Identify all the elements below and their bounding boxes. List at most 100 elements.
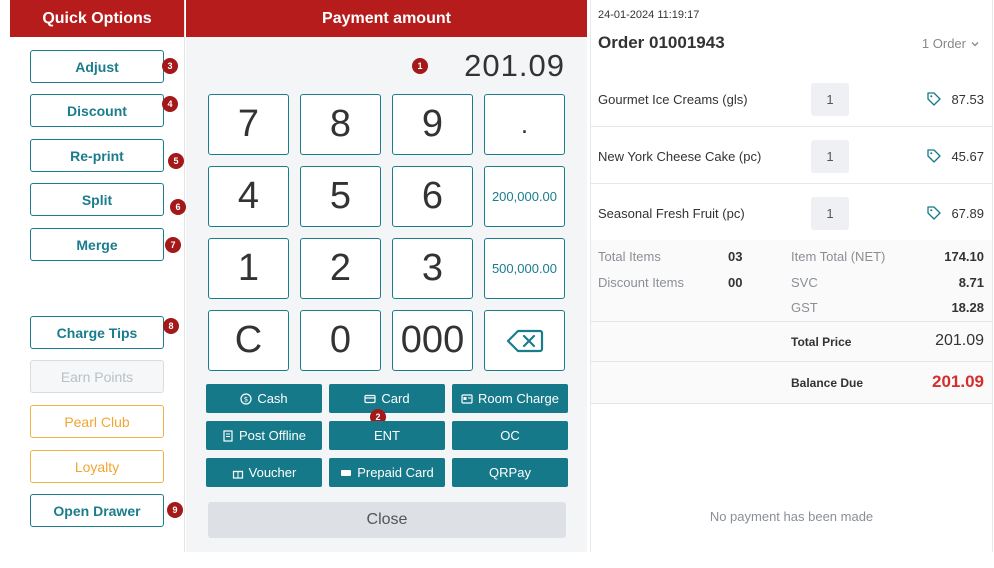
discount-items-value: 00 bbox=[728, 275, 743, 290]
item-qty[interactable]: 1 bbox=[811, 197, 849, 230]
key-3[interactable]: 3 bbox=[392, 238, 473, 299]
key-decimal[interactable]: . bbox=[484, 94, 565, 155]
order-summary: Total Items 03 Discount Items 00 Item To… bbox=[591, 240, 992, 322]
gift-icon bbox=[232, 470, 243, 479]
key-clear[interactable]: C bbox=[208, 310, 289, 371]
loyalty-button[interactable]: Loyalty bbox=[30, 450, 164, 483]
post-offline-label: Post Offline bbox=[239, 428, 306, 443]
post-offline-button[interactable]: Post Offline bbox=[206, 421, 322, 450]
coin-icon: $ bbox=[240, 392, 252, 405]
open-drawer-button[interactable]: Open Drawer bbox=[30, 494, 164, 527]
payment-title: Payment amount bbox=[186, 0, 587, 37]
qrpay-button[interactable]: QRPay bbox=[452, 458, 568, 487]
item-qty[interactable]: 1 bbox=[811, 83, 849, 116]
payment-panel: Payment amount 1 201.09 7 8 9 . 4 5 6 20… bbox=[186, 0, 587, 552]
order-count-dropdown[interactable]: 1 Order bbox=[922, 36, 980, 51]
tag-icon[interactable] bbox=[927, 92, 941, 106]
backspace-button[interactable] bbox=[484, 310, 565, 371]
step-badge: 3 bbox=[162, 58, 178, 74]
total-price-value: 201.09 bbox=[935, 332, 984, 349]
tag-icon[interactable] bbox=[927, 149, 941, 163]
backspace-icon bbox=[506, 329, 543, 352]
item-total-label: Item Total (NET) bbox=[791, 249, 886, 264]
key-1[interactable]: 1 bbox=[208, 238, 289, 299]
prepaid-card-button[interactable]: Prepaid Card bbox=[329, 458, 445, 487]
item-price: 67.89 bbox=[951, 206, 984, 221]
key-0[interactable]: 0 bbox=[300, 310, 381, 371]
step-badge: 7 bbox=[165, 237, 181, 253]
balance-due-value: 201.09 bbox=[932, 372, 984, 391]
key-4[interactable]: 4 bbox=[208, 166, 289, 227]
order-count-label: 1 Order bbox=[921, 36, 966, 51]
gst-value: 18.28 bbox=[951, 300, 984, 315]
total-items-label: Total Items bbox=[598, 249, 661, 264]
item-total-value: 174.10 bbox=[944, 249, 984, 264]
step-badge: 6 bbox=[170, 199, 186, 215]
step-badge: 4 bbox=[162, 96, 178, 112]
chevron-down-icon bbox=[971, 41, 979, 46]
key-6[interactable]: 6 bbox=[392, 166, 473, 227]
order-timestamp: 24-01-2024 11:19:17 bbox=[598, 9, 700, 21]
adjust-button[interactable]: Adjust bbox=[30, 50, 164, 83]
payment-amount-display: 201.09 bbox=[464, 48, 565, 83]
id-card-icon bbox=[461, 393, 473, 404]
qrpay-label: QRPay bbox=[489, 465, 531, 480]
room-charge-button[interactable]: Room Charge bbox=[452, 384, 568, 413]
key-000[interactable]: 000 bbox=[392, 310, 473, 371]
item-price: 87.53 bbox=[951, 92, 984, 107]
card-button[interactable]: Card bbox=[329, 384, 445, 413]
step-badge: 1 bbox=[412, 58, 428, 74]
oc-button[interactable]: OC bbox=[452, 421, 568, 450]
order-item-row: Seasonal Fresh Fruit (pc) 1 67.89 bbox=[591, 184, 992, 241]
tag-icon[interactable] bbox=[927, 206, 941, 220]
voucher-button[interactable]: Voucher bbox=[206, 458, 322, 487]
discount-items-label: Discount Items bbox=[598, 275, 684, 290]
order-item-row: New York Cheese Cake (pc) 1 45.67 bbox=[591, 127, 992, 184]
key-8[interactable]: 8 bbox=[300, 94, 381, 155]
total-price-label: Total Price bbox=[791, 335, 852, 349]
quick-amount-200000[interactable]: 200,000.00 bbox=[484, 166, 565, 227]
cash-label: Cash bbox=[257, 391, 288, 406]
total-items-value: 03 bbox=[728, 249, 743, 264]
total-price-row: Total Price 201.09 bbox=[591, 322, 992, 362]
room-charge-label: Room Charge bbox=[478, 391, 559, 406]
ent-label: ENT bbox=[374, 428, 400, 443]
card-label: Card bbox=[381, 391, 410, 406]
order-panel: 24-01-2024 11:19:17 Order 01001943 1 Ord… bbox=[590, 0, 993, 552]
ent-button[interactable]: ENT bbox=[329, 421, 445, 450]
oc-label: OC bbox=[500, 428, 520, 443]
key-5[interactable]: 5 bbox=[300, 166, 381, 227]
charge-tips-button[interactable]: Charge Tips bbox=[30, 316, 164, 349]
key-2[interactable]: 2 bbox=[300, 238, 381, 299]
pearl-club-button[interactable]: Pearl Club bbox=[30, 405, 164, 438]
no-payment-message: No payment has been made bbox=[709, 509, 874, 524]
step-badge: 9 bbox=[167, 502, 183, 518]
merge-button[interactable]: Merge bbox=[30, 228, 164, 261]
svg-text:$: $ bbox=[244, 395, 248, 403]
quick-amount-500000[interactable]: 500,000.00 bbox=[484, 238, 565, 299]
gst-label: GST bbox=[791, 300, 818, 315]
split-button[interactable]: Split bbox=[30, 183, 164, 216]
item-name: Gourmet Ice Creams (gls) bbox=[598, 92, 748, 107]
svc-label: SVC bbox=[791, 275, 818, 290]
discount-button[interactable]: Discount bbox=[30, 94, 164, 127]
prepaid-card-label: Prepaid Card bbox=[357, 465, 434, 480]
svc-value: 8.71 bbox=[958, 275, 984, 290]
receipt-icon bbox=[223, 429, 233, 442]
quick-options-title: Quick Options bbox=[10, 0, 184, 37]
step-badge: 5 bbox=[168, 153, 184, 169]
key-9[interactable]: 9 bbox=[392, 94, 473, 155]
item-name: Seasonal Fresh Fruit (pc) bbox=[598, 206, 745, 221]
reprint-button[interactable]: Re-print bbox=[30, 139, 164, 172]
order-item-row: Gourmet Ice Creams (gls) 1 87.53 bbox=[591, 70, 992, 127]
balance-due-row: Balance Due 201.09 bbox=[591, 362, 992, 404]
step-badge: 8 bbox=[163, 318, 179, 334]
key-7[interactable]: 7 bbox=[208, 94, 289, 155]
item-price: 45.67 bbox=[951, 149, 984, 164]
card-hand-icon bbox=[341, 469, 352, 476]
item-name: New York Cheese Cake (pc) bbox=[598, 149, 762, 164]
earn-points-button[interactable]: Earn Points bbox=[30, 360, 164, 393]
cash-button[interactable]: $ Cash bbox=[206, 384, 322, 413]
item-qty[interactable]: 1 bbox=[811, 140, 849, 173]
close-button[interactable]: Close bbox=[208, 502, 566, 538]
